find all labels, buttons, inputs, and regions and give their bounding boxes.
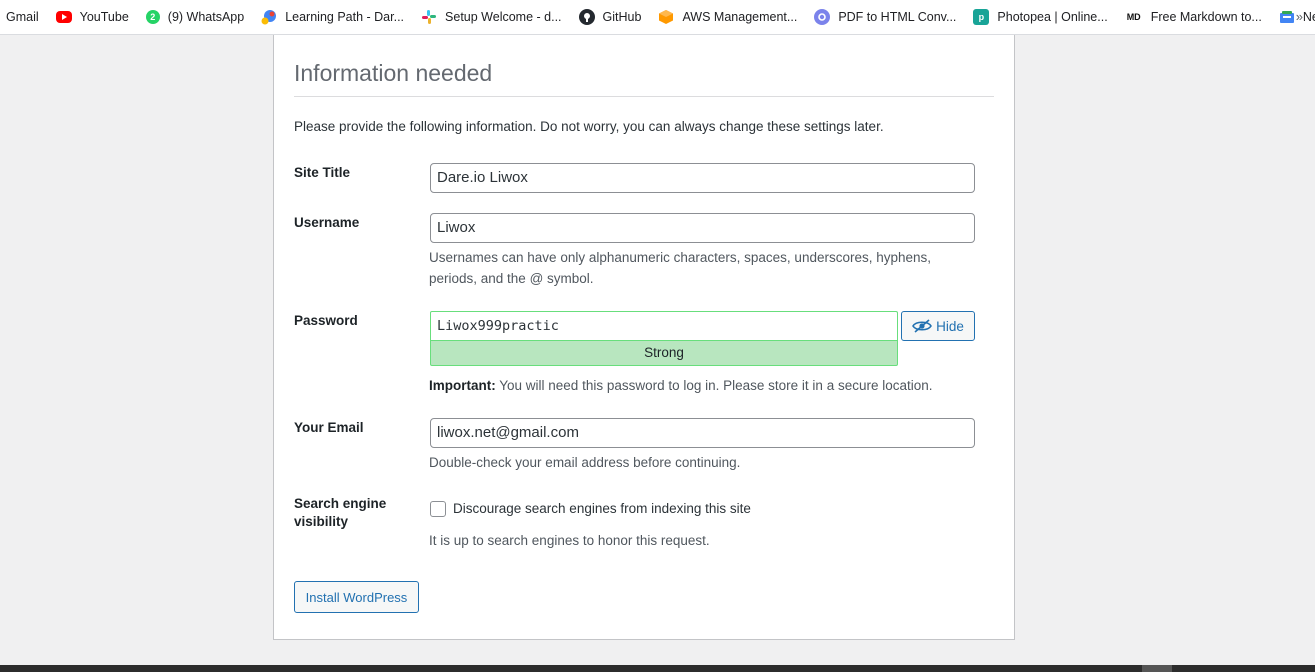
bookmark-label: PDF to HTML Conv... bbox=[838, 10, 957, 24]
whatsapp-icon: 2 bbox=[145, 10, 160, 24]
username-hint-line-2: periods, and the @ symbol. bbox=[429, 271, 594, 286]
search-visibility-label-line-1: Search engine bbox=[294, 496, 387, 511]
password-strength-meter: Strong bbox=[430, 340, 898, 366]
aws-icon bbox=[658, 9, 674, 25]
bookmark-label: Gmail bbox=[6, 10, 39, 24]
bookmark-markdown[interactable]: MD Free Markdown to... bbox=[1125, 9, 1262, 25]
bookmarks-bar: Gmail YouTube 2 (9) WhatsApp Learning Pa… bbox=[0, 0, 1315, 35]
setup-card: Information needed Please provide the fo… bbox=[273, 35, 1015, 640]
email-input[interactable]: liwox.net@gmail.com bbox=[430, 418, 975, 448]
search-visibility-hint: It is up to search engines to honor this… bbox=[429, 533, 710, 548]
bookmark-youtube[interactable]: YouTube bbox=[55, 10, 129, 24]
password-important-note: Important: You will need this password t… bbox=[429, 375, 974, 396]
eye-slash-icon bbox=[912, 319, 933, 333]
bookmark-label: Free Markdown to... bbox=[1150, 10, 1262, 24]
bookmark-label: Photopea | Online... bbox=[997, 10, 1108, 24]
github-icon bbox=[578, 9, 595, 25]
email-hint: Double-check your email address before c… bbox=[429, 455, 741, 470]
news-icon bbox=[1279, 9, 1295, 25]
username-label: Username bbox=[294, 215, 360, 230]
important-text: You will need this password to log in. P… bbox=[495, 378, 933, 393]
search-visibility-label: Search engine visibility bbox=[294, 495, 386, 531]
site-title-input[interactable]: Dare.io Liwox bbox=[430, 163, 975, 193]
taskbar-item[interactable] bbox=[1142, 665, 1172, 672]
pdf-icon bbox=[814, 9, 831, 25]
bookmark-label: Setup Welcome - d... bbox=[445, 10, 562, 24]
bookmark-gmail[interactable]: Gmail bbox=[6, 10, 39, 24]
discourage-search-engines-checkbox[interactable] bbox=[430, 501, 446, 517]
bookmark-label: Learning Path - Dar... bbox=[285, 10, 405, 24]
bookmark-github[interactable]: GitHub bbox=[578, 9, 642, 25]
username-hint-line-1: Usernames can have only alphanumeric cha… bbox=[429, 250, 932, 265]
bookmark-aws[interactable]: AWS Management... bbox=[658, 9, 797, 25]
username-input[interactable]: Liwox bbox=[430, 213, 975, 243]
intro-text: Please provide the following information… bbox=[294, 119, 884, 134]
bookmark-whatsapp[interactable]: 2 (9) WhatsApp bbox=[145, 10, 245, 24]
bookmark-pdf-to-html[interactable]: PDF to HTML Conv... bbox=[814, 9, 956, 25]
learning-path-icon bbox=[261, 9, 277, 25]
more-bookmarks-chevron-icon[interactable]: » bbox=[1296, 9, 1303, 24]
install-wordpress-button[interactable]: Install WordPress bbox=[294, 581, 419, 613]
username-hint: Usernames can have only alphanumeric cha… bbox=[429, 247, 974, 289]
taskbar bbox=[0, 665, 1315, 672]
hide-button-label: Hide bbox=[936, 318, 964, 334]
password-label: Password bbox=[294, 313, 358, 328]
page-title: Information needed bbox=[294, 60, 994, 97]
youtube-icon bbox=[55, 11, 72, 23]
password-input[interactable]: Liwox999practic bbox=[430, 311, 898, 341]
bookmark-label: AWS Management... bbox=[682, 10, 798, 24]
bookmark-label: News bbox=[1302, 10, 1315, 24]
email-label: Your Email bbox=[294, 420, 364, 435]
site-title-label: Site Title bbox=[294, 165, 351, 180]
bookmark-label: GitHub bbox=[602, 10, 642, 24]
bookmark-slack[interactable]: Setup Welcome - d... bbox=[421, 9, 562, 25]
hide-password-button[interactable]: Hide bbox=[901, 311, 975, 341]
photopea-icon: p bbox=[973, 9, 990, 25]
slack-icon bbox=[421, 9, 437, 25]
markdown-icon: MD bbox=[1126, 12, 1141, 22]
discourage-search-engines-label[interactable]: Discourage search engines from indexing … bbox=[453, 501, 751, 516]
bookmark-learning-path[interactable]: Learning Path - Dar... bbox=[261, 9, 404, 25]
important-label: Important: bbox=[429, 378, 496, 393]
search-visibility-label-line-2: visibility bbox=[294, 514, 349, 529]
bookmark-label: YouTube bbox=[79, 10, 129, 24]
bookmark-label: (9) WhatsApp bbox=[167, 10, 245, 24]
bookmark-photopea[interactable]: p Photopea | Online... bbox=[973, 9, 1108, 25]
